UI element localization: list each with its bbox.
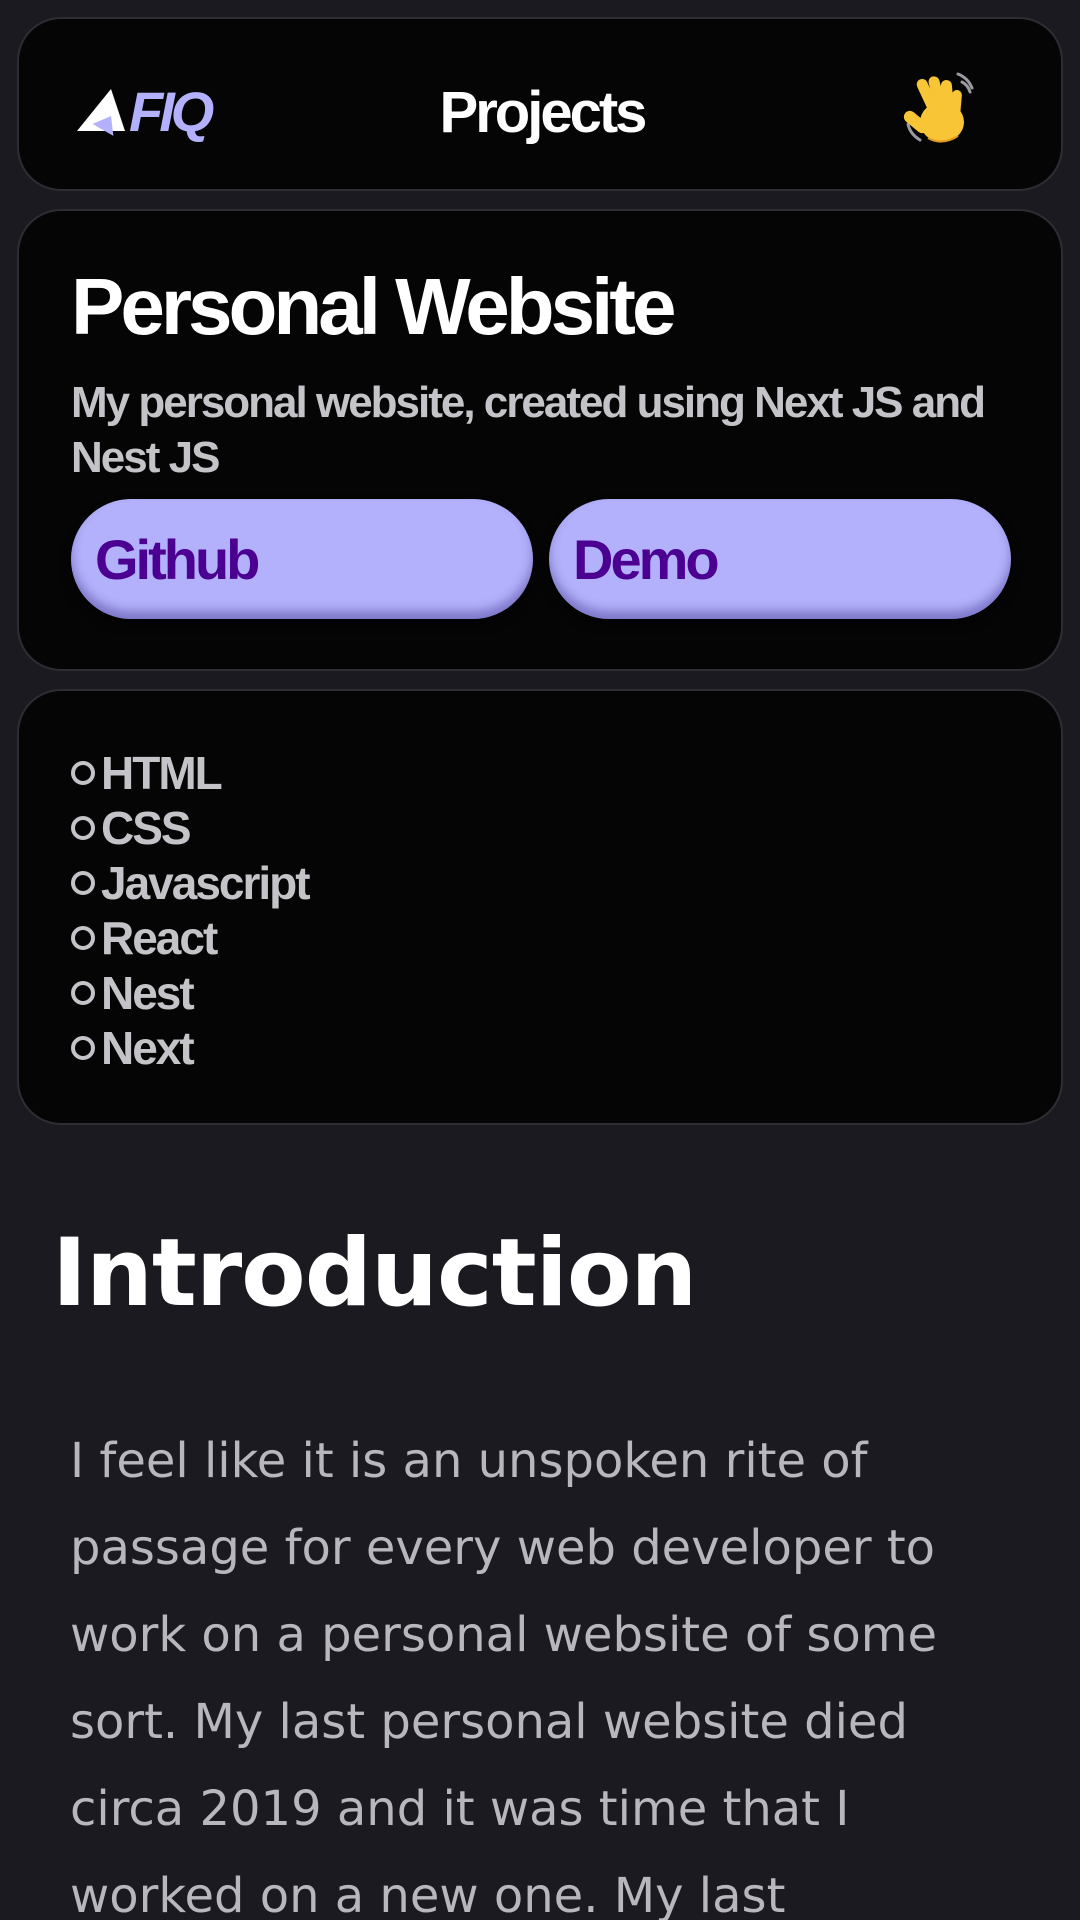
section-heading: Introduction [52,1219,697,1328]
list-item: HTML [71,745,309,800]
demo-button[interactable]: Demo [549,499,1011,619]
logo-text: FIQ [129,80,214,143]
bullet-circle-icon [71,1035,95,1060]
list-item: CSS [71,800,309,855]
tech-label: Next [101,1021,195,1074]
tech-label: CSS [101,801,192,854]
bullet-circle-icon [71,925,95,950]
site-header: FIQ Projects [17,17,1063,191]
waving-hand-icon[interactable] [897,65,987,155]
bullet-circle-icon [71,870,95,895]
tech-label: Nest [101,966,195,1019]
logo-triangle-icon [75,87,133,137]
project-card: Personal Website My personal website, cr… [17,209,1063,671]
tech-label: HTML [101,746,223,799]
list-item: Next [71,1020,309,1075]
tech-stack-list: HTML CSS Javascript React Nest Next [71,745,311,1075]
list-item: Nest [71,965,309,1020]
bullet-circle-icon [71,980,95,1005]
github-button[interactable]: Github [71,499,533,619]
tech-label: Javascript [101,856,311,909]
bullet-circle-icon [71,760,95,785]
bullet-circle-icon [71,815,95,840]
article-paragraph: I feel like it is an unspoken rite of pa… [70,1433,938,1920]
list-item: Javascript [71,855,311,910]
project-title: Personal Website [71,262,676,351]
project-description: My personal website, created using Next … [71,378,986,482]
page-title: Projects [439,80,648,145]
list-item: React [71,910,309,965]
site-logo[interactable]: FIQ [75,77,275,147]
tech-label: React [101,911,218,964]
tech-stack-card: HTML CSS Javascript React Nest Next [17,689,1063,1125]
